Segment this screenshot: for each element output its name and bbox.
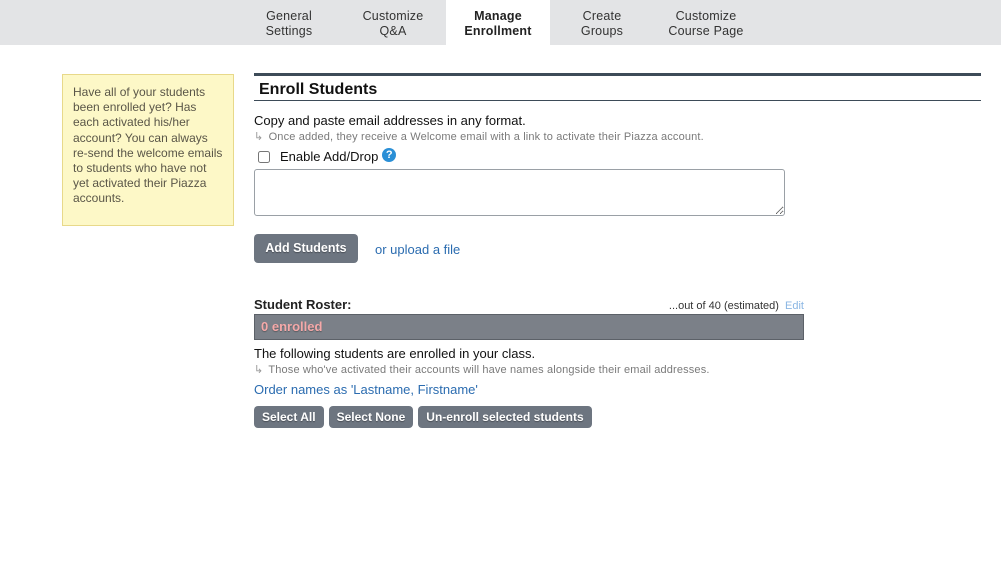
upload-file-link[interactable]: or upload a file bbox=[375, 242, 460, 257]
tab-label-line1: Create bbox=[582, 9, 622, 23]
tab-label-line2: Course Page bbox=[668, 24, 744, 38]
tab-customize-qa[interactable]: Customize Q&A bbox=[352, 0, 434, 45]
tab-label-line1: General bbox=[266, 9, 312, 23]
tab-label-line2: Groups bbox=[580, 24, 624, 38]
tab-label-line2: Settings bbox=[265, 24, 313, 38]
enrolled-count-bar: 0 enrolled bbox=[254, 314, 804, 340]
tab-label-line2: Enrollment bbox=[464, 24, 532, 38]
email-addresses-input[interactable] bbox=[254, 169, 785, 216]
enable-add-drop-label: Enable Add/Drop bbox=[280, 149, 379, 164]
enroll-panel: Enroll Students Copy and paste email add… bbox=[254, 73, 981, 428]
activated-names-hint: ↳ Those who've activated their accounts … bbox=[254, 363, 981, 376]
hint-text: Once added, they receive a Welcome email… bbox=[268, 131, 704, 143]
welcome-email-hint: ↳ Once added, they receive a Welcome ema… bbox=[254, 130, 981, 143]
tab-create-groups[interactable]: Create Groups bbox=[565, 0, 639, 45]
tab-label-line1: Manage bbox=[474, 9, 522, 23]
order-names-link[interactable]: Order names as 'Lastname, Firstname' bbox=[254, 382, 981, 397]
enrollment-tip-box: Have all of your students been enrolled … bbox=[62, 74, 234, 226]
tab-customize-course-page[interactable]: Customize Course Page bbox=[660, 0, 752, 45]
hint-arrow-icon: ↳ bbox=[254, 131, 264, 143]
hint-arrow-icon: ↳ bbox=[254, 364, 264, 376]
help-icon[interactable]: ? bbox=[382, 147, 397, 162]
roster-header: Student Roster: ...out of 40 (estimated)… bbox=[254, 296, 804, 312]
add-students-row: Add Students or upload a file bbox=[254, 234, 981, 263]
enroll-students-heading: Enroll Students bbox=[254, 73, 981, 101]
hint-text: Those who've activated their accounts wi… bbox=[268, 364, 710, 376]
tab-general-settings[interactable]: General Settings bbox=[252, 0, 326, 45]
edit-estimate-link[interactable]: Edit bbox=[785, 300, 804, 312]
paste-instruction: Copy and paste email addresses in any fo… bbox=[254, 113, 526, 128]
tab-manage-enrollment[interactable]: Manage Enrollment bbox=[446, 0, 550, 45]
roster-estimate-text: ...out of 40 (estimated) bbox=[668, 300, 779, 312]
roster-actions: Select All Select None Un-enroll selecte… bbox=[254, 406, 981, 428]
tab-label-line1: Customize bbox=[362, 9, 424, 23]
tab-label-line1: Customize bbox=[675, 9, 737, 23]
enable-add-drop-checkbox[interactable] bbox=[258, 150, 270, 163]
select-none-button[interactable]: Select None bbox=[328, 406, 414, 428]
enrolled-description: The following students are enrolled in y… bbox=[254, 346, 536, 361]
tab-label-line2: Q&A bbox=[379, 24, 407, 38]
top-tab-bar: General Settings Customize Q&A Manage En… bbox=[0, 0, 1001, 45]
unenroll-selected-button[interactable]: Un-enroll selected students bbox=[418, 406, 592, 428]
add-drop-row: Enable Add/Drop ? bbox=[254, 147, 981, 164]
add-students-button[interactable]: Add Students bbox=[254, 234, 358, 263]
roster-estimate: ...out of 40 (estimated) Edit bbox=[669, 300, 804, 312]
select-all-button[interactable]: Select All bbox=[254, 406, 324, 428]
student-roster-title: Student Roster: bbox=[254, 297, 352, 312]
